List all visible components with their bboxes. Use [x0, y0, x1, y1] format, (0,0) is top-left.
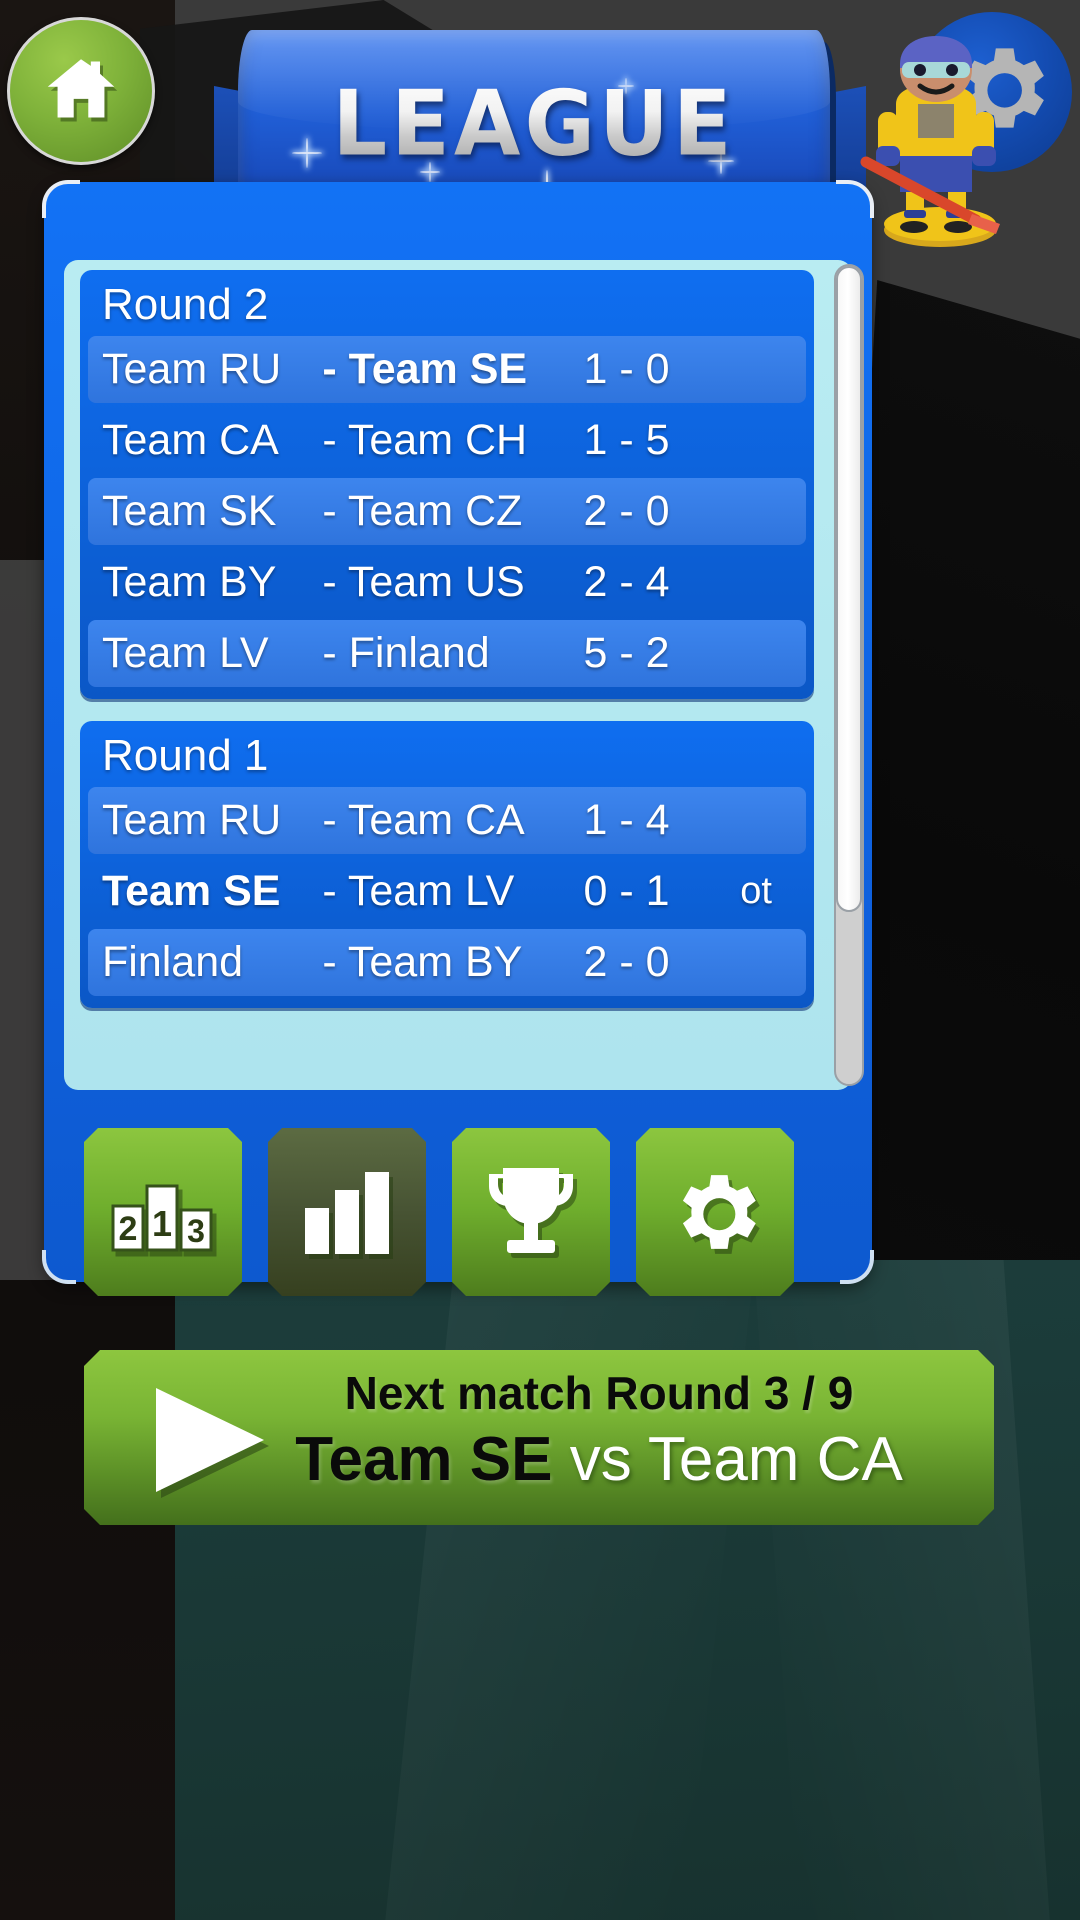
- match-away-team: - Team BY: [322, 938, 523, 986]
- league-panel: Round 2 Team RU - Team SE 1 - 0 Team CA - Tea…: [42, 180, 874, 1284]
- table-row[interactable]: Team CA - Team CH 1 - 5: [88, 407, 806, 474]
- game-screen: LEAGUE Round 2 Team RU - Team SE 1 - 0 T…: [0, 0, 1080, 1920]
- table-row[interactable]: Team SK - Team CZ 2 - 0: [88, 478, 806, 545]
- home-button[interactable]: [7, 17, 155, 165]
- statistics-button[interactable]: [268, 1128, 426, 1296]
- match-list-frame: Round 2 Team RU - Team SE 1 - 0 Team CA - Tea…: [64, 260, 852, 1090]
- podium-icon: 2 1 3: [111, 1166, 215, 1258]
- home-icon: [43, 51, 119, 132]
- match-away-team: - Team LV: [322, 867, 515, 915]
- match-score: 0 - 1: [583, 867, 670, 915]
- match-away-team: - Team CA: [322, 796, 525, 844]
- match-away-team: - Team SE: [322, 345, 528, 393]
- next-match-own-team: Team SE: [295, 1425, 553, 1494]
- hockey-player-avatar: [860, 36, 1000, 247]
- match-home-team: Team BY: [102, 558, 277, 606]
- match-overtime-flag: ot: [740, 870, 772, 912]
- round-title: Round 2: [102, 280, 269, 329]
- match-away-team: - Finland: [322, 629, 490, 677]
- match-list[interactable]: Round 2 Team RU - Team SE 1 - 0 Team CA - Tea…: [80, 270, 814, 1082]
- match-away-team: - Team US: [322, 558, 525, 606]
- gear-icon: [663, 1160, 767, 1264]
- match-home-team: Team SK: [102, 487, 277, 535]
- next-match-heading: Next match Round 3 / 9: [344, 1367, 854, 1419]
- match-home-team: Finland: [102, 938, 244, 986]
- svg-text:3: 3: [187, 1213, 205, 1249]
- match-score: 1 - 4: [583, 796, 670, 844]
- table-row[interactable]: Finland - Team BY 2 - 0: [88, 929, 806, 996]
- match-score: 1 - 5: [583, 416, 670, 464]
- table-row[interactable]: Team LV - Finland 5 - 2: [88, 620, 806, 687]
- page-title: LEAGUE: [238, 72, 830, 177]
- round-block: Round 2 Team RU - Team SE 1 - 0 Team CA - Tea…: [80, 270, 814, 699]
- match-home-team: Team SE: [102, 867, 281, 915]
- match-score: 2 - 4: [583, 558, 670, 606]
- tab-toolbar: 2 1 3: [84, 1128, 794, 1296]
- trophy-button[interactable]: [452, 1128, 610, 1296]
- table-row[interactable]: Team SE - Team LV 0 - 1 ot: [88, 858, 806, 925]
- standings-button[interactable]: 2 1 3: [84, 1128, 242, 1296]
- match-score: 1 - 0: [583, 345, 670, 393]
- round-title: Round 1: [102, 731, 269, 780]
- settings-tab-button[interactable]: [636, 1128, 794, 1296]
- round-block: Round 1 Team RU - Team CA 1 - 4 Team SE - Tea…: [80, 721, 814, 1008]
- match-home-team: Team RU: [102, 345, 282, 393]
- match-away-team: - Team CZ: [322, 487, 523, 535]
- match-home-team: Team RU: [102, 796, 282, 844]
- table-row[interactable]: Team RU - Team CA 1 - 4: [88, 787, 806, 854]
- next-match-teams: Team SE vs Team CA: [84, 1424, 994, 1495]
- svg-text:1: 1: [152, 1203, 172, 1244]
- match-score: 5 - 2: [583, 629, 670, 677]
- next-match-opponent: vs Team CA: [552, 1425, 903, 1494]
- scrollbar-thumb[interactable]: [836, 266, 862, 913]
- match-score: 2 - 0: [583, 487, 670, 535]
- scrollbar-track[interactable]: [834, 264, 864, 1086]
- match-away-team: - Team CH: [322, 416, 528, 464]
- match-score: 2 - 0: [583, 938, 670, 986]
- next-match-button[interactable]: Next match Round 3 / 9 Team SE vs Team C…: [84, 1350, 994, 1525]
- match-home-team: Team CA: [102, 416, 279, 464]
- trophy-icon: [479, 1162, 583, 1262]
- bar-chart-icon: [299, 1164, 395, 1260]
- svg-text:2: 2: [119, 1210, 138, 1248]
- match-home-team: Team LV: [102, 629, 269, 677]
- table-row[interactable]: Team BY - Team US 2 - 4: [88, 549, 806, 616]
- table-row[interactable]: Team RU - Team SE 1 - 0: [88, 336, 806, 403]
